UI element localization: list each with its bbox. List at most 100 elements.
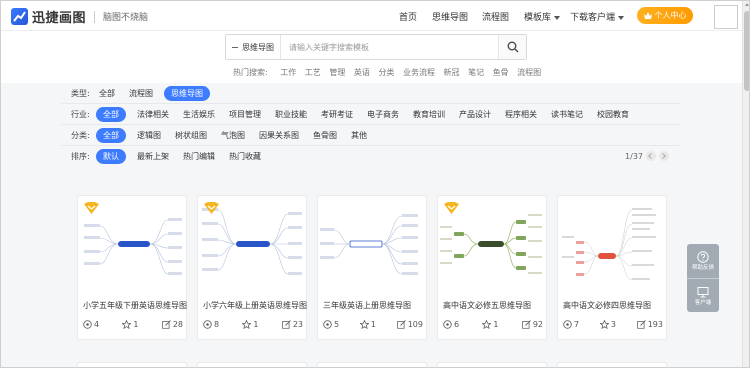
- hot-term[interactable]: 流程图: [517, 68, 541, 77]
- nav-mindmap[interactable]: 思维导图: [432, 10, 468, 23]
- filter-option[interactable]: 其他: [351, 129, 367, 142]
- brand-logo[interactable]: 迅捷画图 脑图不烧脑: [11, 7, 148, 26]
- edit-count[interactable]: 23: [282, 320, 303, 329]
- vip-badge-icon: [84, 202, 99, 214]
- filter-option-active[interactable]: 全部: [96, 106, 126, 122]
- template-title: 高中语文必修五思维导图: [443, 301, 531, 310]
- filter-option[interactable]: 读书笔记: [551, 108, 583, 121]
- view-count: 4: [83, 320, 99, 329]
- page-indicator: 1/37: [625, 151, 643, 161]
- filter-option[interactable]: 生活娱乐: [183, 108, 215, 121]
- side-float-panel: 帮助反馈 客户端: [687, 244, 719, 312]
- filter-option[interactable]: 逻辑图: [137, 129, 161, 142]
- hot-term[interactable]: 新冠: [444, 68, 460, 77]
- hot-term[interactable]: 英语: [354, 68, 370, 77]
- like-count-value: 1: [133, 320, 139, 329]
- help-feedback-button[interactable]: 帮助反馈: [687, 244, 719, 278]
- template-card[interactable]: [197, 362, 307, 367]
- filter-option-active[interactable]: 思维导图: [164, 85, 210, 101]
- edit-count[interactable]: 193: [636, 320, 663, 329]
- like-count[interactable]: 1: [242, 320, 259, 329]
- hot-term[interactable]: 分类: [378, 68, 394, 77]
- sort-option[interactable]: 热门编辑: [183, 150, 215, 163]
- filter-option-active[interactable]: 全部: [96, 127, 126, 143]
- view-count-value: 5: [334, 320, 340, 329]
- filter-option[interactable]: 考研考证: [321, 108, 353, 121]
- filter-option[interactable]: 教育培训: [413, 108, 445, 121]
- help-icon: [697, 251, 709, 263]
- scroll-up-arrow-icon[interactable]: [745, 3, 749, 6]
- like-count[interactable]: 1: [122, 320, 139, 329]
- template-card[interactable]: [557, 362, 667, 367]
- user-center-button[interactable]: 个人中心: [637, 7, 693, 24]
- vip-badge-icon: [444, 202, 459, 214]
- hot-term[interactable]: 工作: [280, 68, 296, 77]
- filter-option[interactable]: 流程图: [129, 87, 153, 100]
- edit-icon: [396, 320, 406, 329]
- filter-option[interactable]: 职业技能: [275, 108, 307, 121]
- template-card[interactable]: 高中语文必修五思维导图 6 1 92: [437, 195, 547, 340]
- filter-option[interactable]: 因果关系图: [259, 129, 299, 142]
- edit-count[interactable]: 28: [162, 320, 183, 329]
- search-button[interactable]: [498, 35, 526, 59]
- nav-flowchart[interactable]: 流程图: [482, 10, 509, 23]
- brand-slogan: 脑图不烧脑: [103, 13, 149, 23]
- filter-option[interactable]: 产品设计: [459, 108, 491, 121]
- like-count[interactable]: 1: [359, 320, 376, 329]
- client-download-button[interactable]: 客户端: [687, 278, 719, 312]
- template-card[interactable]: [317, 362, 427, 367]
- template-card[interactable]: [437, 362, 547, 367]
- template-card[interactable]: [77, 362, 187, 367]
- template-card[interactable]: 小学五年级下册英语思维导图 4 1 28: [77, 195, 187, 340]
- next-page-button[interactable]: [659, 151, 669, 161]
- top-navigation-bar: 迅捷画图 脑图不烧脑 首页 思维导图 流程图 模板库 下载客户端 个人中心: [1, 1, 742, 31]
- filter-option[interactable]: 法律相关: [137, 108, 169, 121]
- filter-industry-label: 行业:: [71, 109, 90, 119]
- page-scrollbar[interactable]: [742, 1, 749, 367]
- browser-viewport: 迅捷画图 脑图不烧脑 首页 思维导图 流程图 模板库 下载客户端 个人中心 思维…: [0, 0, 750, 368]
- hot-term[interactable]: 工艺: [305, 68, 321, 77]
- template-thumbnail: [558, 196, 666, 292]
- nav-download[interactable]: 下载客户端: [570, 10, 625, 23]
- filter-option[interactable]: 程序相关: [505, 108, 537, 121]
- search-category-select[interactable]: 思维导图: [226, 35, 281, 59]
- template-card[interactable]: 三年级英语上册思维导图 5 1 109: [317, 195, 427, 340]
- sort-option-active[interactable]: 默认: [96, 149, 126, 164]
- hot-search-label: 热门搜索:: [233, 68, 268, 77]
- like-count[interactable]: 3: [599, 320, 616, 329]
- nav-templates[interactable]: 模板库: [524, 10, 561, 23]
- edit-count[interactable]: 92: [522, 320, 543, 329]
- filter-panel: 类型: 全部 流程图 思维导图 行业: 全部 法律相关 生活娱乐 项目管理 职业…: [61, 83, 681, 167]
- hot-term[interactable]: 管理: [329, 68, 345, 77]
- scrollbar-thumb[interactable]: [744, 11, 749, 91]
- nav-home[interactable]: 首页: [399, 10, 417, 23]
- filter-option[interactable]: 树状组图: [175, 129, 207, 142]
- star-icon: [359, 320, 369, 329]
- filter-option[interactable]: 全部: [99, 87, 115, 100]
- hot-term[interactable]: 笔记: [468, 68, 484, 77]
- filter-option[interactable]: 校园教育: [597, 108, 629, 121]
- template-card[interactable]: 高中语文必修四思维导图 7 3 193: [557, 195, 667, 340]
- search-icon: [507, 41, 518, 53]
- prev-page-button[interactable]: [646, 151, 656, 161]
- template-title: 三年级英语上册思维导图: [323, 301, 411, 310]
- like-count[interactable]: 1: [482, 320, 499, 329]
- view-count: 6: [443, 320, 459, 329]
- mindmap-preview-icon: [320, 214, 418, 275]
- star-icon: [599, 320, 609, 329]
- edit-count[interactable]: 109: [396, 320, 423, 329]
- search-input[interactable]: [281, 35, 498, 59]
- filter-option[interactable]: 气泡图: [221, 129, 245, 142]
- crown-icon: [643, 12, 652, 19]
- filter-option[interactable]: 电子商务: [367, 108, 399, 121]
- hot-term[interactable]: 业务流程: [403, 68, 435, 77]
- edit-count-value: 23: [292, 320, 303, 329]
- avatar[interactable]: [714, 5, 738, 29]
- search-category-label: 思维导图: [242, 42, 274, 52]
- sort-option[interactable]: 热门收藏: [229, 150, 261, 163]
- sort-option[interactable]: 最新上架: [137, 150, 169, 163]
- hot-term[interactable]: 鱼骨: [493, 68, 509, 77]
- filter-option[interactable]: 项目管理: [229, 108, 261, 121]
- filter-option[interactable]: 鱼骨图: [313, 129, 337, 142]
- template-card[interactable]: 小学六年级上册英语思维导图 8 1 23: [197, 195, 307, 340]
